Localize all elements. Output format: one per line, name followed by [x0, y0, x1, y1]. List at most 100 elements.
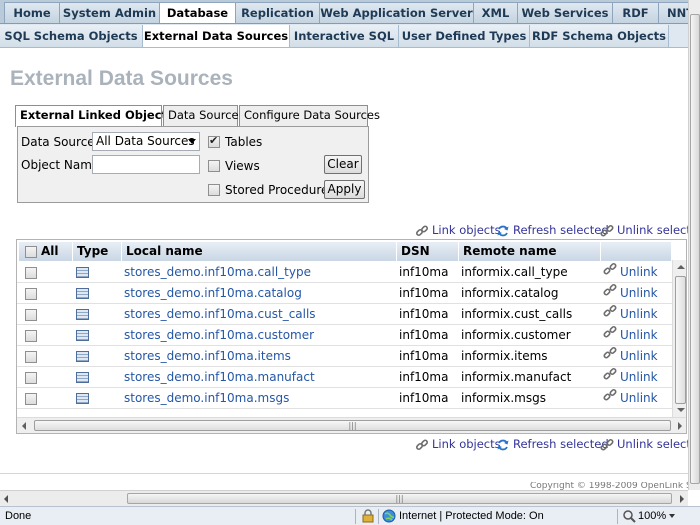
tab-system-admin[interactable]: System Admin — [59, 2, 160, 23]
tab-web-services[interactable]: Web Services — [517, 2, 613, 23]
scroll-up-icon[interactable] — [677, 265, 685, 269]
views-label: Views — [225, 159, 260, 173]
page-vscroll-thumb[interactable] — [690, 14, 700, 484]
grid-vscroll-thumb[interactable] — [675, 276, 686, 404]
tab-configure-data-sources[interactable]: Configure Data Sources — [239, 105, 380, 126]
row-checkbox[interactable] — [25, 393, 37, 405]
header-dsn[interactable]: DSN — [397, 242, 459, 261]
tab-nnt[interactable]: NNT — [658, 2, 688, 23]
tab-rdf[interactable]: RDF — [612, 2, 659, 23]
tab-external-data-sources[interactable]: External Data Sources — [143, 25, 290, 47]
dsn-cell: inf10ma — [399, 370, 449, 384]
tab-external-linked-objects[interactable]: External Linked Objects — [15, 105, 174, 127]
tab-rdf-schema-objects[interactable]: RDF Schema Objects — [530, 25, 669, 47]
table-row: stores_demo.inf10ma.manufact inf10ma infor… — [17, 367, 686, 388]
chevron-down-icon — [188, 139, 196, 144]
unlink-row-link[interactable]: Unlink — [603, 367, 663, 388]
row-checkbox[interactable] — [25, 351, 37, 363]
local-name-link[interactable]: stores_demo.inf10ma.cust_calls — [124, 304, 394, 325]
stored-procedures-checkbox[interactable] — [208, 184, 220, 196]
unlink-row-link[interactable]: Unlink — [603, 283, 663, 304]
row-checkbox[interactable] — [25, 288, 37, 300]
dsn-cell: inf10ma — [399, 391, 449, 405]
scroll-left-icon[interactable] — [22, 422, 26, 430]
link-objects-link-bottom[interactable]: Link objects — [415, 437, 501, 452]
tab-web-application-server[interactable]: Web Application Server — [319, 2, 474, 23]
grid-horizontal-scrollbar[interactable]: ||| — [17, 417, 686, 433]
scroll-right-icon[interactable] — [678, 422, 682, 430]
clear-button[interactable]: Clear — [324, 155, 362, 174]
status-text: Done — [5, 510, 32, 522]
grid-vertical-scrollbar[interactable] — [672, 260, 686, 417]
table-icon — [76, 330, 89, 341]
refresh-selected-label: Refresh selected — [513, 223, 609, 237]
unlink-row-link[interactable]: Unlink — [603, 262, 663, 283]
local-name-link[interactable]: stores_demo.inf10ma.call_type — [124, 262, 394, 283]
tab-replication[interactable]: Replication — [235, 2, 320, 23]
tables-checkbox[interactable] — [208, 134, 220, 148]
header-type[interactable]: Type — [73, 242, 122, 261]
unlink-label: Unlink — [620, 328, 658, 342]
chain-link-icon — [415, 438, 429, 450]
object-name-input[interactable] — [92, 155, 200, 174]
grid-header: All Type Local name DSN Remote name — [17, 242, 686, 261]
data-source-select[interactable]: All Data Sources — [92, 132, 200, 151]
refresh-selected-link[interactable]: Refresh selected — [496, 223, 609, 238]
apply-button[interactable]: Apply — [324, 180, 365, 199]
tab-home[interactable]: Home — [4, 2, 60, 23]
dsn-cell: inf10ma — [399, 286, 449, 300]
scroll-down-icon[interactable] — [677, 408, 685, 412]
page-vertical-scrollbar[interactable] — [688, 0, 700, 490]
tab-xml[interactable]: XML — [473, 2, 518, 23]
tab-interactive-sql[interactable]: Interactive SQL — [290, 25, 399, 47]
stored-procedures-label: Stored Procedures — [225, 183, 335, 197]
header-local-name[interactable]: Local name — [122, 242, 397, 261]
row-checkbox[interactable] — [25, 372, 37, 384]
page-scroll-left-icon[interactable] — [4, 495, 8, 503]
remote-name-cell: informix.call_type — [461, 265, 568, 279]
views-checkbox[interactable] — [208, 160, 220, 172]
unlink-icon — [600, 224, 614, 237]
grid-hscroll-thumb[interactable]: ||| — [34, 420, 671, 431]
local-name-link[interactable]: stores_demo.inf10ma.customer — [124, 325, 394, 346]
unlink-row-link[interactable]: Unlink — [603, 388, 663, 409]
row-checkbox[interactable] — [25, 330, 37, 342]
tab-sql-schema-objects[interactable]: SQL Schema Objects — [0, 25, 143, 47]
unlink-icon — [603, 283, 617, 304]
row-checkbox[interactable] — [25, 267, 37, 279]
page-title: External Data Sources — [10, 67, 233, 90]
local-name-link[interactable]: stores_demo.inf10ma.msgs — [124, 388, 394, 409]
page-scroll-right-icon[interactable] — [680, 495, 684, 503]
security-zone[interactable]: Internet | Protected Mode: On — [399, 507, 544, 525]
status-bar: Done Internet | Protected Mode: On 100% — [0, 506, 700, 525]
unlink-row-link[interactable]: Unlink — [603, 346, 663, 367]
unlink-icon — [603, 367, 617, 388]
local-name-link[interactable]: stores_demo.inf10ma.items — [124, 346, 394, 367]
table-icon — [76, 288, 89, 299]
zoom-icon — [623, 510, 636, 523]
zoom-dropdown-icon[interactable] — [669, 514, 675, 518]
object-name-label: Object Name — [21, 158, 100, 172]
row-checkbox[interactable] — [25, 309, 37, 321]
refresh-selected-link-bottom[interactable]: Refresh selected — [496, 437, 609, 452]
unlink-selected-link[interactable]: Unlink selected — [600, 223, 700, 238]
zoom-level[interactable]: 100% — [638, 507, 666, 525]
local-name-link[interactable]: stores_demo.inf10ma.catalog — [124, 283, 394, 304]
sub-tab-bar: SQL Schema Objects External Data Sources… — [0, 24, 688, 48]
dsn-cell: inf10ma — [399, 265, 449, 279]
page-horizontal-scrollbar[interactable]: ||| — [0, 490, 688, 506]
refresh-icon — [497, 439, 509, 450]
tab-user-defined-types[interactable]: User Defined Types — [399, 25, 530, 47]
page-hscroll-thumb[interactable]: ||| — [127, 493, 672, 504]
unlink-row-link[interactable]: Unlink — [603, 325, 663, 346]
header-remote-name[interactable]: Remote name — [459, 242, 601, 261]
tab-data-sources[interactable]: Data Sources — [163, 105, 245, 126]
unlink-row-link[interactable]: Unlink — [603, 304, 663, 325]
local-name-link[interactable]: stores_demo.inf10ma.manufact — [124, 367, 394, 388]
link-objects-label: Link objects — [432, 437, 501, 451]
select-all-checkbox[interactable] — [25, 246, 37, 258]
unlink-label: Unlink — [620, 349, 658, 363]
unlink-selected-link-bottom[interactable]: Unlink selected — [600, 437, 700, 452]
tab-database[interactable]: Database — [159, 2, 236, 23]
link-objects-link[interactable]: Link objects — [415, 223, 501, 238]
